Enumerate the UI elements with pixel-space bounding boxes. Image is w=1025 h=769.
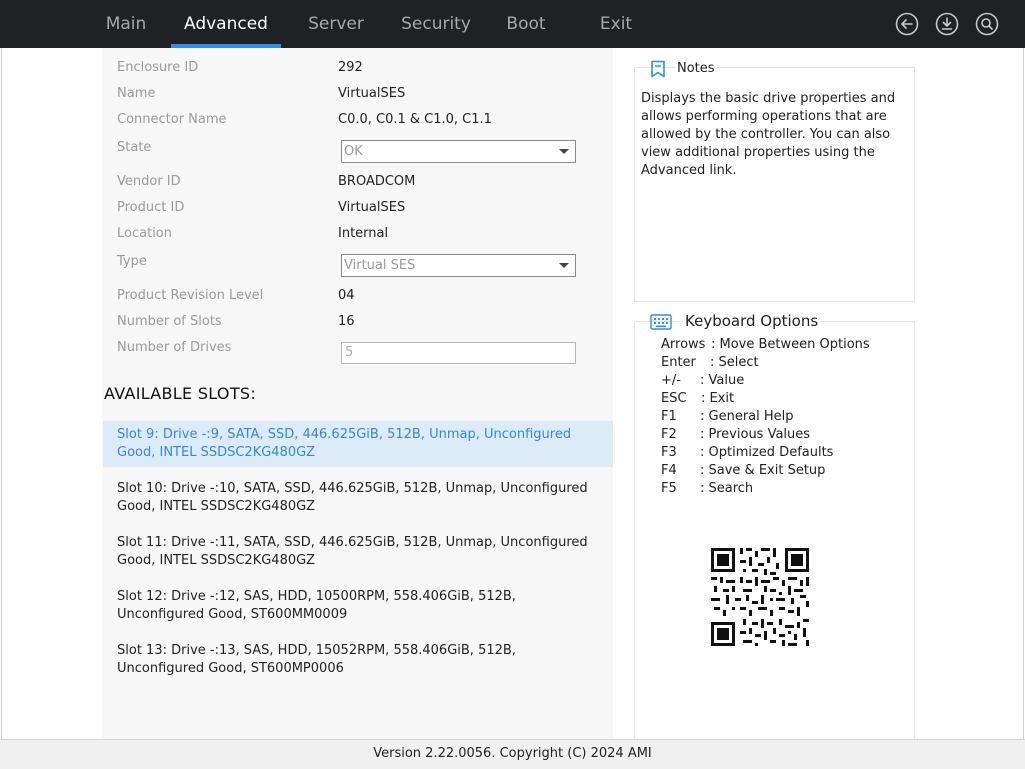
label-name: Name [117,86,156,101]
tab-server[interactable]: Server [301,0,371,48]
kb-desc: : Exit [701,391,735,406]
slot-item-13[interactable]: Slot 13: Drive -:13, SAS, HDD, 15052RPM,… [103,637,613,683]
label-location: Location [117,226,172,241]
label-number-of-slots: Number of Slots [117,314,222,329]
kb-desc: : Search [700,481,754,496]
value-name: VirtualSES [338,86,406,101]
download-icon[interactable] [935,12,959,36]
kb-desc: : Save & Exit Setup [700,463,826,478]
chevron-down-icon [559,263,569,268]
kb-key: F5 [661,481,677,496]
notes-title: Notes [675,61,717,76]
tab-security[interactable]: Security [396,0,476,48]
label-product-revision-level: Product Revision Level [117,288,264,303]
kb-desc: : General Help [700,409,794,424]
value-product-revision-level: 04 [338,288,355,303]
qr-code [702,536,821,655]
kb-option-f5: F5 : Search [661,481,753,496]
notes-text: Displays the basic drive properties and … [641,91,896,178]
value-number-of-slots: 16 [338,314,355,329]
tab-main[interactable]: Main [96,0,156,48]
kb-key: F1 [661,409,677,424]
search-icon[interactable] [975,12,999,36]
label-number-of-drives: Number of Drives [117,340,232,355]
kb-option-f3: F3 : Optimized Defaults [661,445,833,460]
kb-key: F3 [661,445,677,460]
state-dropdown-value: OK [344,144,363,159]
slot-item-9[interactable]: Slot 9: Drive -:9, SATA, SSD, 446.625GiB… [103,421,613,467]
kb-key: ESC [661,391,687,406]
top-nav-bar: Main Advanced Server Security Boot Exit [0,0,1025,48]
kb-option-arrows: Arrows : Move Between Options [661,337,870,352]
kb-desc: : Move Between Options [711,337,870,352]
kb-desc: : Select [710,355,759,370]
number-of-drives-field[interactable]: 5 [341,342,576,364]
kb-key: F4 [661,463,677,478]
chevron-down-icon [559,149,569,154]
footer-version: Version 2.22.0056. Copyright (C) 2024 AM… [0,739,1025,769]
bookmark-icon [651,60,665,78]
value-location: Internal [338,226,389,241]
kb-option-f4: F4 : Save & Exit Setup [661,463,825,478]
keyboard-icon [650,314,672,330]
state-dropdown[interactable]: OK [341,140,576,163]
tab-exit[interactable]: Exit [592,0,640,48]
tab-advanced[interactable]: Advanced [171,0,281,48]
value-product-id: VirtualSES [338,200,406,215]
kb-key: F2 [661,427,677,442]
kb-key: +/- [661,373,681,388]
slot-item-11[interactable]: Slot 11: Drive -:11, SATA, SSD, 446.625G… [103,529,613,575]
kb-option-f2: F2 : Previous Values [661,427,810,442]
kb-option-f1: F1 : General Help [661,409,794,424]
kb-key: Enter [661,355,696,370]
kb-key: Arrows [661,337,706,352]
kb-desc: : Previous Values [700,427,811,442]
keyboard-options-title: Keyboard Options [683,312,821,330]
label-type: Type [117,254,147,269]
kb-option-value: +/- : Value [661,373,744,388]
label-product-id: Product ID [117,200,185,215]
label-vendor-id: Vendor ID [117,174,181,189]
label-enclosure-id: Enclosure ID [117,60,199,75]
value-vendor-id: BROADCOM [338,174,416,189]
back-arrow-icon[interactable] [895,12,919,36]
value-connector-name: C0.0, C0.1 & C1.0, C1.1 [338,112,492,127]
kb-option-esc: ESC : Exit [661,391,734,406]
available-slots-heading: AVAILABLE SLOTS: [104,384,257,403]
slot-item-12[interactable]: Slot 12: Drive -:12, SAS, HDD, 10500RPM,… [103,583,613,629]
kb-desc: : Value [700,373,745,388]
type-dropdown-value: Virtual SES [344,258,416,273]
kb-desc: : Optimized Defaults [700,445,834,460]
type-dropdown[interactable]: Virtual SES [341,254,576,277]
label-connector-name: Connector Name [117,112,227,127]
slot-item-10[interactable]: Slot 10: Drive -:10, SATA, SSD, 446.625G… [103,475,613,521]
qr-code-image [711,548,809,646]
tab-boot[interactable]: Boot [500,0,552,48]
label-state: State [117,140,152,155]
value-enclosure-id: 292 [338,60,363,75]
kb-option-enter: Enter : Select [661,355,759,370]
